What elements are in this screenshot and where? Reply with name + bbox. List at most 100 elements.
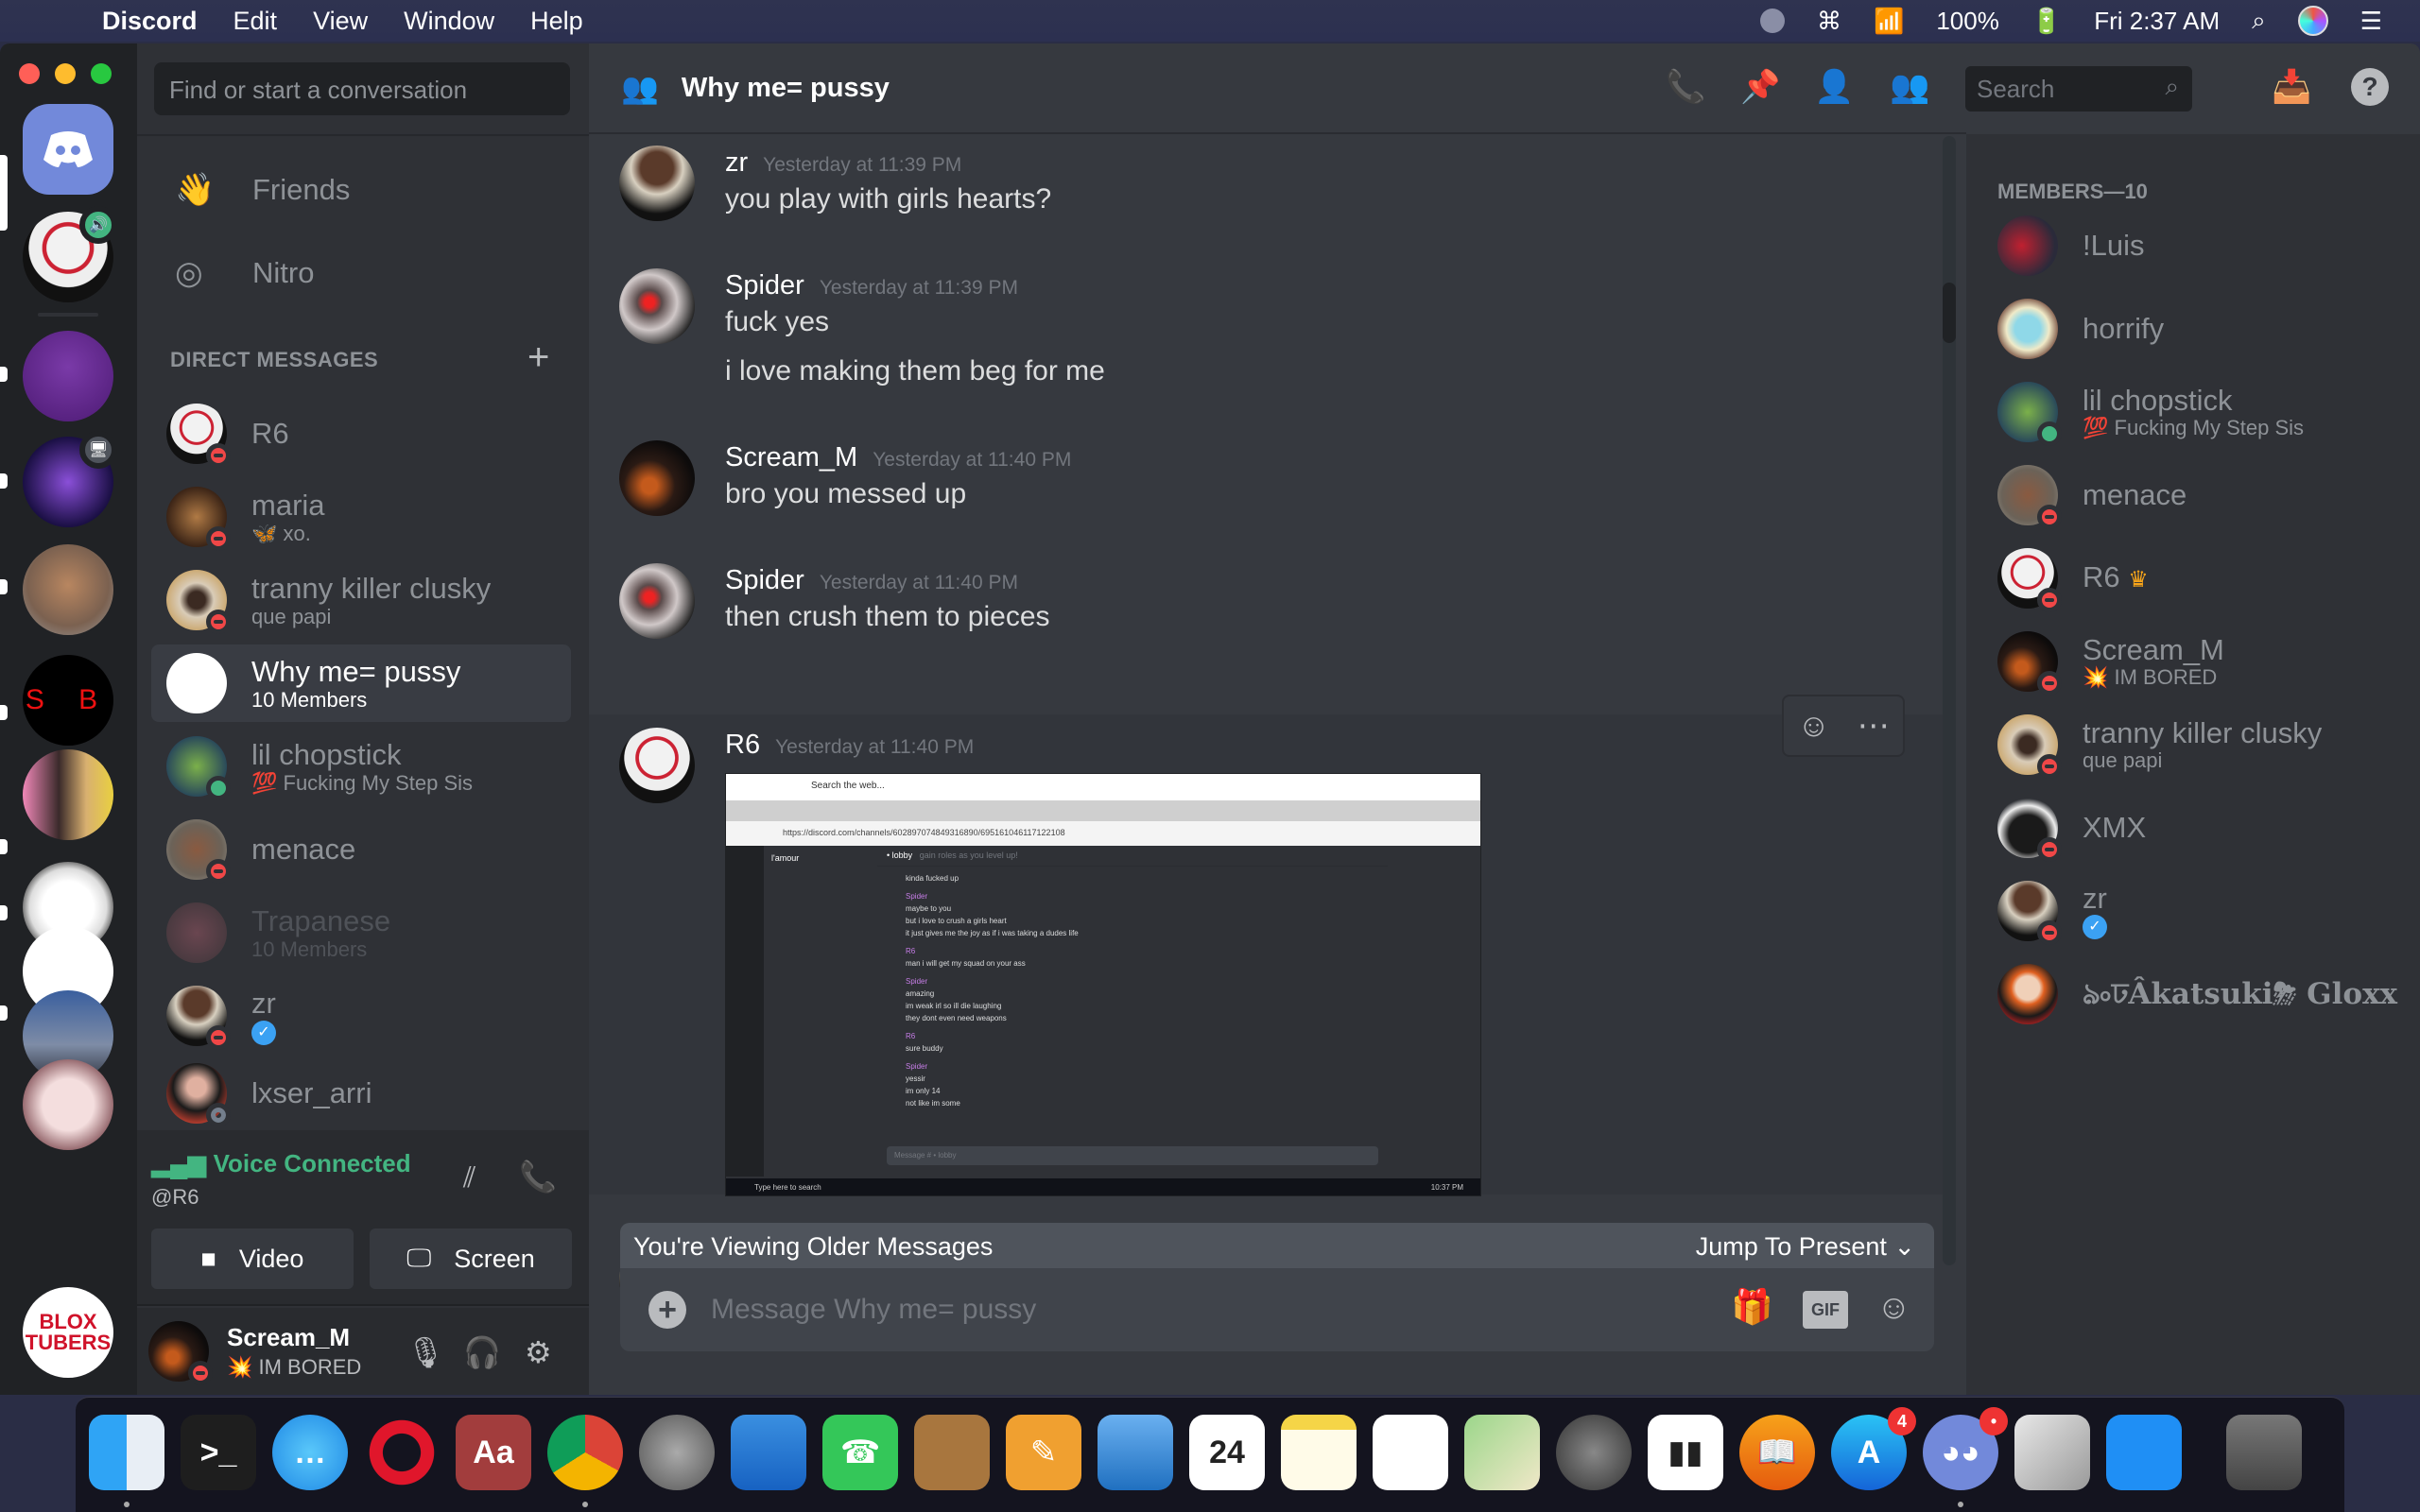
dock-app-mail[interactable] [1098,1415,1173,1490]
wifi-icon[interactable]: 📶 [1874,7,1904,36]
add-reaction-icon[interactable]: ☺ [1797,708,1830,745]
member-item[interactable]: horrify [1997,295,2413,363]
status-dot-icon[interactable] [1759,9,1785,33]
dock-app-launchpad[interactable] [639,1415,715,1490]
search-input[interactable]: Search ⌕ [1965,66,2192,112]
create-dm-button[interactable]: + [527,336,549,379]
author-avatar[interactable] [619,728,695,803]
member-item[interactable]: lil chopstick 💯 Fucking My Step Sis [1997,378,2413,446]
more-options-icon[interactable]: ⋯ [1858,707,1890,745]
dock-app-opera[interactable] [364,1415,440,1490]
dock-app-facetime[interactable]: ☎ [822,1415,898,1490]
menu-app-name[interactable]: Discord [102,7,198,36]
scrollbar-thumb[interactable] [1943,283,1956,343]
member-item[interactable]: Scream_M 💥 IM BORED [1997,627,2413,696]
dock-app-terminal[interactable]: >_ [181,1415,256,1490]
server-icon-cat[interactable] [23,1059,113,1150]
start-voice-call-icon[interactable]: 📞 [1666,68,1705,106]
voice-connected-status[interactable]: ▂▄▆ Voice Connected [151,1149,411,1178]
member-item[interactable]: ঌ৹ঢÂkatsuki⛈ Gloxx [1997,960,2413,1028]
battery-percent[interactable]: 100% [1936,7,1999,36]
dock-app-maps[interactable] [1464,1415,1540,1490]
member-item[interactable]: XMX [1997,794,2413,862]
window-maximize-button[interactable] [91,63,112,84]
dock-app-finder[interactable] [89,1415,164,1490]
dock-app-keynote[interactable] [731,1415,806,1490]
dock-app-pages[interactable]: ✎ [1006,1415,1081,1490]
microphone-icon[interactable]: 🎙 [406,1334,445,1370]
screen-share-button[interactable]: 🖵 Screen [370,1228,572,1289]
jump-to-present-button[interactable]: Jump To Present ⌄ [1696,1232,1915,1262]
dm-item-maria[interactable]: maria 🦋 xo. [151,478,571,556]
home-button[interactable] [23,104,113,195]
headphones-icon[interactable]: 🎧 [463,1334,501,1370]
member-item[interactable]: tranny killer clusky que papi [1997,711,2413,779]
dm-item-lil-chopstick[interactable]: lil chopstick 💯 Fucking My Step Sis [151,728,571,805]
add-friends-to-dm-icon[interactable]: 👤 [1814,68,1854,106]
dock-app-app-store[interactable]: A4 [1831,1407,1916,1490]
image-attachment[interactable]: Search the web... https://discord.com/ch… [725,773,1481,1196]
dock-app-trash[interactable] [2226,1415,2302,1490]
gif-button[interactable]: GIF [1803,1291,1848,1329]
dock-app-numbers[interactable]: ▮▮ [1648,1415,1723,1490]
dock-app-roblox[interactable] [2106,1415,2182,1490]
dm-item-clusky[interactable]: tranny killer clusky que papi [151,561,571,639]
window-close-button[interactable] [19,63,40,84]
author-avatar[interactable] [619,440,695,516]
member-list-icon[interactable]: 👥 [1890,68,1929,106]
dock-app-calendar[interactable]: 24 [1189,1415,1265,1490]
dock-app-discord[interactable]: ◕◕ • [1923,1407,2008,1490]
message-author[interactable]: Spider [725,270,804,301]
disconnect-call-icon[interactable]: 📞 [519,1159,557,1194]
dock-app-books[interactable]: 📖 [1739,1415,1815,1490]
dm-item-why-me-pussy[interactable]: Why me= pussy 10 Members [151,644,571,722]
menu-help[interactable]: Help [530,7,583,36]
dm-item-trapanese[interactable]: Trapanese 10 Members [151,894,571,971]
menu-view[interactable]: View [313,7,368,36]
dock-app-roblox-studio[interactable] [2014,1415,2090,1490]
battery-charging-icon[interactable]: 🔋 [2031,7,2062,36]
author-avatar[interactable] [619,146,695,221]
message-author[interactable]: Spider [725,565,804,596]
author-avatar[interactable] [619,268,695,344]
dm-item-menace[interactable]: menace [151,811,571,888]
voice-channel-name[interactable]: @R6 [151,1185,199,1210]
dock-app-chrome[interactable] [547,1415,623,1490]
menu-window[interactable]: Window [404,7,494,36]
dock-app-dictionary[interactable]: Aa [456,1415,531,1490]
gift-icon[interactable]: 🎁 [1731,1287,1773,1327]
user-avatar[interactable] [148,1321,213,1385]
dock-app-system-preferences[interactable] [1556,1415,1632,1490]
emoji-icon[interactable]: ☺ [1876,1287,1911,1327]
pinned-messages-icon[interactable]: 📌 [1740,68,1780,106]
member-item[interactable]: zr ✓ [1997,877,2413,945]
nav-friends[interactable]: 👋 Friends [154,156,570,224]
video-button[interactable]: ■ Video [151,1228,354,1289]
message-author[interactable]: zr [725,147,748,179]
chat-scrollbar[interactable] [1943,136,1956,1265]
dm-item-lxser-arri[interactable]: lxser_arri [151,1060,571,1126]
dock-app-contacts[interactable] [914,1415,990,1490]
dock-app-messages[interactable]: … [272,1415,348,1490]
member-item[interactable]: menace [1997,461,2413,529]
server-icon-sb[interactable]: S B [23,655,113,746]
find-conversation-input[interactable]: Find or start a conversation [154,62,570,115]
member-item[interactable]: !Luis [1997,212,2413,280]
member-item[interactable]: R6 ♛ [1997,544,2413,612]
clock[interactable]: Fri 2:37 AM [2094,7,2220,36]
server-icon-purple[interactable] [23,331,113,421]
dm-item-r6[interactable]: R6 [151,395,571,472]
dock-app-notes[interactable] [1281,1415,1357,1490]
server-icon-doll[interactable] [23,544,113,635]
inbox-icon[interactable]: 📥 [2272,68,2311,106]
noise-suppression-icon[interactable]: ⫽ [463,1162,475,1194]
window-minimize-button[interactable] [55,63,76,84]
nav-nitro[interactable]: ◎ Nitro [154,239,570,307]
upload-plus-icon[interactable]: + [648,1291,686,1329]
spotlight-search-icon[interactable]: ⌕ [2252,6,2266,36]
app-status-icon[interactable]: ⌘ [1817,7,1841,36]
settings-gear-icon[interactable]: ⚙ [525,1334,552,1370]
notification-center-icon[interactable]: ☰ [2360,7,2382,36]
menu-edit[interactable]: Edit [233,7,278,36]
message-author[interactable]: Scream_M [725,442,857,473]
